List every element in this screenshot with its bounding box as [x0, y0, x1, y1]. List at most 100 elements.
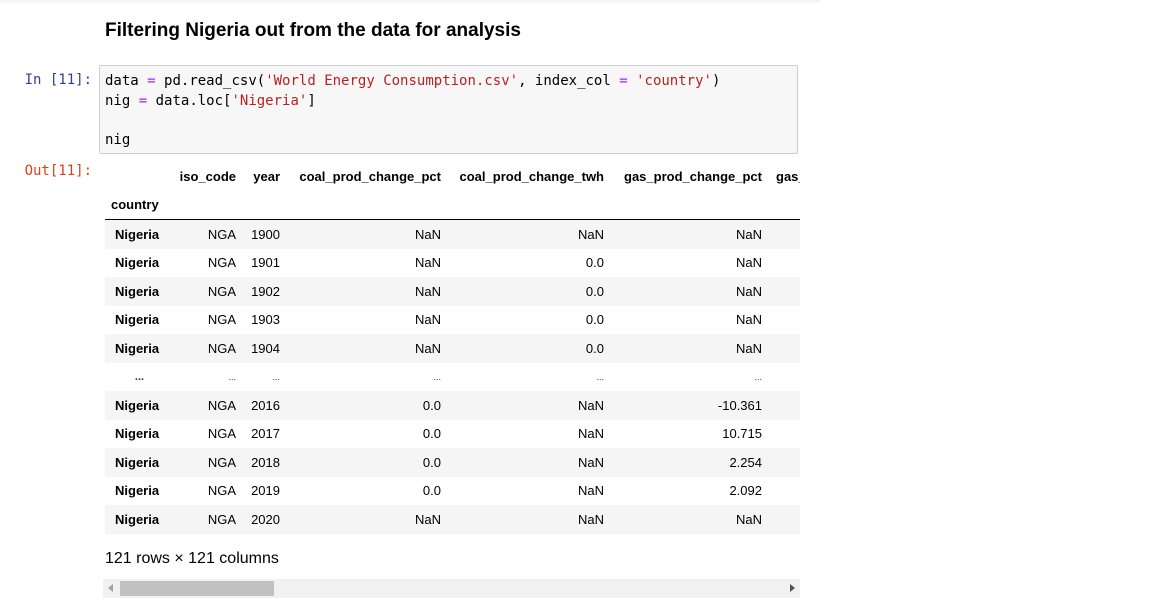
table-body: Nigeria NGA 1900 NaN NaN NaN Nigeria NGA…	[105, 219, 800, 534]
table-cell	[767, 306, 800, 335]
table-cell: ...	[754, 371, 762, 382]
table-row: Nigeria NGA 2019 0.0 NaN 2.092	[105, 477, 800, 506]
table-cell	[767, 477, 800, 506]
horizontal-scrollbar[interactable]	[103, 579, 800, 598]
code-line-4: nig	[105, 131, 131, 148]
code-token: )	[711, 73, 721, 89]
table-cell: NaN	[577, 426, 604, 442]
table-cell: 1904	[251, 340, 280, 356]
code-token: data.loc[	[155, 92, 232, 109]
table-cell: 2.254	[729, 454, 762, 470]
table-cell: 10.715	[722, 426, 762, 442]
table-cell: 2016	[251, 397, 280, 413]
table-cell: NGA	[207, 483, 236, 499]
column-header: iso_code	[179, 169, 236, 184]
section-heading: Filtering Nigeria out from the data for …	[105, 20, 521, 41]
table-cell: NGA	[207, 312, 236, 328]
code-line-2: nig = data.loc['Nigeria']	[105, 93, 316, 109]
index-name-row: country	[105, 190, 800, 220]
row-index: Nigeria	[115, 312, 160, 328]
code-input-area[interactable]: data = pd.read_csv('World Energy Consump…	[99, 65, 798, 154]
table-cell	[767, 249, 800, 278]
code-token: pd.read_csv(	[164, 73, 266, 89]
table-cell: 0.0	[585, 340, 604, 356]
output-prompt: Out[11]:	[24, 163, 92, 179]
header-blank	[446, 190, 609, 220]
table-cell: 0.0	[585, 255, 604, 271]
table-cell: NaN	[735, 312, 762, 328]
code-line-1: data = pd.read_csv('World Energy Consump…	[105, 73, 720, 89]
code-token: data	[105, 73, 139, 89]
column-header-row: iso_code year coal_prod_change_pct coal_…	[105, 163, 800, 190]
output-area: iso_code year coal_prod_change_pct coal_…	[105, 163, 800, 534]
table-row: Nigeria NGA 2020 NaN NaN NaN	[105, 505, 800, 534]
table-cell: NaN	[577, 226, 604, 242]
table-cell: ...	[433, 371, 441, 382]
table-row: Nigeria NGA 1901 NaN 0.0 NaN	[105, 249, 800, 278]
table-cell: NaN	[414, 255, 441, 271]
header-blank	[767, 190, 800, 220]
column-header: gas_	[776, 169, 800, 184]
table-cell: ...	[228, 371, 236, 382]
table-cell: 0.0	[422, 426, 441, 442]
scroll-left-arrow-icon[interactable]	[108, 584, 113, 592]
table-row-ellipsis: ... ... ... ... ... ...	[105, 363, 800, 392]
table-cell: 1902	[251, 283, 280, 299]
markdown-cell[interactable]: Filtering Nigeria out from the data for …	[105, 20, 521, 42]
table-cell	[767, 448, 800, 477]
table-cell: 0.0	[422, 454, 441, 470]
dataframe-table: iso_code year coal_prod_change_pct coal_…	[105, 163, 800, 534]
table-row: Nigeria NGA 1902 NaN 0.0 NaN	[105, 277, 800, 306]
code-token: =	[138, 92, 148, 109]
table-cell	[767, 420, 800, 449]
table-cell: NGA	[207, 426, 236, 442]
header-corner	[105, 163, 169, 190]
table-cell: 0.0	[585, 312, 604, 328]
page-top-edge	[0, 0, 820, 4]
code-text[interactable]: data = pd.read_csv('World Energy Consump…	[105, 72, 720, 150]
table-cell	[767, 363, 800, 392]
table-cell	[767, 505, 800, 534]
row-index: Nigeria	[115, 483, 160, 499]
table-cell: NaN	[414, 312, 441, 328]
row-index: Nigeria	[115, 426, 160, 442]
table-cell: NaN	[735, 340, 762, 356]
header-blank	[169, 190, 241, 220]
table-cell: ...	[272, 371, 280, 382]
table-cell: NGA	[207, 255, 236, 271]
table-cell: -10.361	[717, 397, 762, 413]
table-cell: NaN	[414, 226, 441, 242]
table-cell	[767, 277, 800, 306]
table-cell: 2018	[251, 454, 280, 470]
table-cell: 1903	[251, 312, 280, 328]
code-token: =	[147, 73, 156, 89]
table-cell: NaN	[577, 511, 604, 527]
code-token: 'Nigeria'	[231, 92, 308, 109]
table-cell: 1900	[251, 226, 280, 242]
table-cell: NaN	[735, 226, 762, 242]
table-cell: NaN	[735, 283, 762, 299]
table-cell: NaN	[577, 454, 604, 470]
code-token: ]	[307, 92, 316, 109]
row-index: Nigeria	[115, 283, 160, 299]
header-blank	[609, 190, 767, 220]
table-cell: NGA	[207, 454, 236, 470]
table-cell	[767, 220, 800, 249]
column-header: year	[253, 169, 280, 184]
table-cell: 0.0	[422, 483, 441, 499]
column-header: coal_prod_change_pct	[299, 169, 441, 184]
code-token: 'World Energy Consumption.csv'	[265, 73, 519, 89]
scrollbar-thumb[interactable]	[120, 581, 274, 596]
table-row: Nigeria NGA 2016 0.0 NaN -10.361	[105, 391, 800, 420]
row-index: Nigeria	[115, 454, 160, 470]
table-row: Nigeria NGA 1900 NaN NaN NaN	[105, 219, 800, 249]
table-cell: NaN	[414, 511, 441, 527]
table-cell: NaN	[735, 255, 762, 271]
table-cell: 0.0	[585, 283, 604, 299]
table-cell: 2019	[251, 483, 280, 499]
row-index: Nigeria	[115, 226, 160, 242]
table-cell: NGA	[207, 340, 236, 356]
table-cell: NGA	[207, 397, 236, 413]
scroll-right-arrow-icon[interactable]	[790, 584, 795, 592]
table-cell: NGA	[207, 226, 236, 242]
